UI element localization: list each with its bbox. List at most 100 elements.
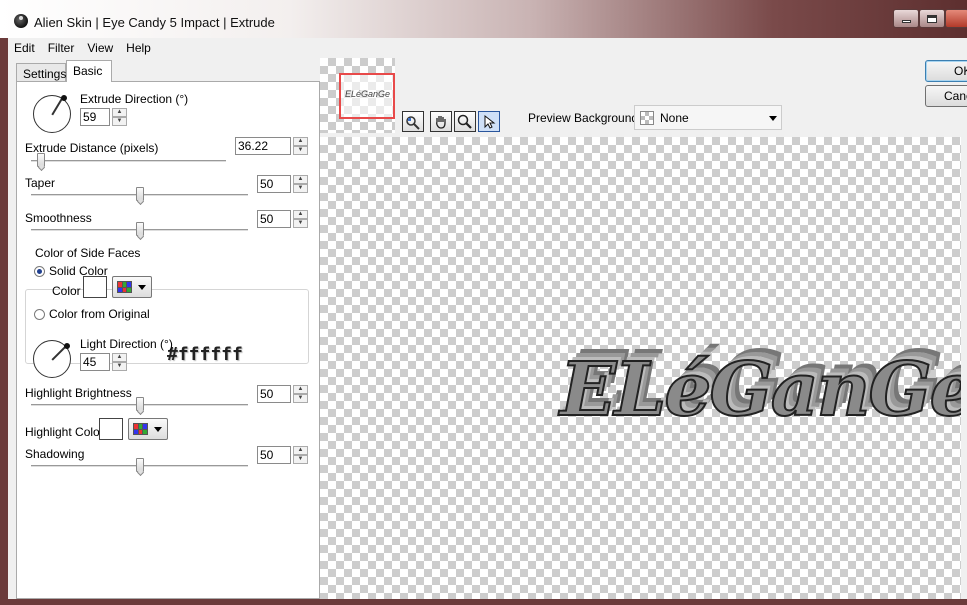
spin-down-icon[interactable]: ▼ [293, 455, 308, 464]
preview-artwork-text: ELéGanGe [559, 346, 961, 434]
highlight-color-palette-button[interactable] [128, 418, 168, 440]
title-bar: Alien Skin | Eye Candy 5 Impact | Extrud… [0, 0, 967, 38]
chevron-down-icon [154, 427, 162, 432]
spin-down-icon[interactable]: ▼ [293, 146, 308, 155]
color-from-original-radio[interactable] [34, 309, 45, 320]
extrude-direction-dial[interactable] [33, 95, 71, 133]
extrude-distance-thumb[interactable] [37, 153, 45, 167]
preview-toggle-button[interactable] [402, 111, 424, 132]
solid-color-radio[interactable] [34, 266, 45, 277]
taper-label: Taper [25, 176, 56, 190]
taper-spinner: 50 ▲ ▼ [257, 175, 308, 193]
highlight-brightness-input[interactable]: 50 [257, 385, 291, 403]
highlight-brightness-label: Highlight Brightness [25, 386, 132, 400]
preview-toggle-icon [406, 115, 420, 130]
light-direction-dial[interactable] [33, 340, 71, 378]
navigator-viewport-frame[interactable]: ELéGanGe [339, 73, 395, 119]
spin-up-icon[interactable]: ▲ [293, 210, 308, 219]
tab-settings[interactable]: Settings [16, 63, 66, 81]
spin-down-icon[interactable]: ▼ [293, 219, 308, 228]
spin-down-icon[interactable]: ▼ [112, 117, 127, 126]
hand-tool-button[interactable] [430, 111, 452, 132]
preview-background-value: None [660, 111, 689, 125]
menu-view[interactable]: View [81, 38, 120, 58]
chevron-down-icon [769, 116, 777, 121]
maximize-button[interactable] [919, 9, 945, 28]
spin-up-icon[interactable]: ▲ [293, 446, 308, 455]
extrude-distance-label: Extrude Distance (pixels) [25, 141, 159, 155]
window-client: Edit Filter View Help Settings Basic Ext… [8, 38, 967, 599]
preview-canvas[interactable]: ELéGanGe [320, 137, 961, 599]
color-annotation: #ffffff [167, 344, 243, 365]
extrude-distance-spinner: 36.22 ▲ ▼ [235, 137, 308, 155]
chevron-down-icon [138, 285, 146, 290]
app-icon[interactable] [14, 14, 28, 28]
light-direction-spinner: 45 ▲ ▼ [80, 353, 127, 371]
side-color-label: Color [52, 284, 81, 298]
thumbnail-text: ELéGanGe [345, 89, 391, 99]
close-button[interactable] [945, 9, 967, 28]
navigator-thumbnail[interactable]: ELéGanGe [320, 58, 395, 133]
shadowing-label: Shadowing [25, 447, 85, 461]
dial-handle[interactable] [64, 343, 70, 349]
hand-icon [436, 115, 446, 129]
color-from-original-label: Color from Original [49, 307, 150, 321]
window-bottom-border [0, 599, 967, 605]
spin-down-icon[interactable]: ▼ [293, 394, 308, 403]
palette-icon [133, 423, 148, 435]
cancel-button[interactable]: Cancel [925, 85, 967, 107]
smoothness-label: Smoothness [25, 211, 92, 225]
palette-icon [117, 281, 132, 293]
zoom-tool-button[interactable] [454, 111, 476, 132]
smoothness-spinner: 50 ▲ ▼ [257, 210, 308, 228]
ok-button[interactable]: OK [925, 60, 967, 82]
menu-filter[interactable]: Filter [42, 38, 82, 58]
preview-background-label: Preview Background: [528, 111, 642, 125]
light-direction-label: Light Direction (°) [80, 337, 173, 351]
zoom-icon [457, 114, 472, 129]
taper-thumb[interactable] [136, 187, 144, 201]
taper-input[interactable]: 50 [257, 175, 291, 193]
extrude-direction-input[interactable]: 59 [80, 108, 110, 126]
select-tool-button[interactable] [478, 111, 500, 132]
menu-help[interactable]: Help [120, 38, 158, 58]
spin-up-icon[interactable]: ▲ [112, 108, 127, 117]
extrude-distance-slider[interactable] [31, 160, 226, 163]
settings-panel: Settings Basic Extrude Direction (°) 59 … [8, 58, 320, 599]
window-title: Alien Skin | Eye Candy 5 Impact | Extrud… [34, 15, 275, 30]
spin-down-icon[interactable]: ▼ [293, 184, 308, 193]
tab-basic[interactable]: Basic [66, 60, 112, 82]
shadowing-input[interactable]: 50 [257, 446, 291, 464]
dial-handle[interactable] [61, 95, 67, 101]
light-direction-input[interactable]: 45 [80, 353, 110, 371]
shadowing-thumb[interactable] [136, 458, 144, 472]
side-faces-group-label: Color of Side Faces [33, 246, 143, 260]
menu-edit[interactable]: Edit [8, 38, 42, 58]
spin-up-icon[interactable]: ▲ [112, 353, 127, 362]
highlight-brightness-thumb[interactable] [136, 397, 144, 411]
spin-up-icon[interactable]: ▲ [293, 385, 308, 394]
minimize-button[interactable] [893, 9, 919, 28]
basic-tab-page: Extrude Direction (°) 59 ▲ ▼ Extrude Dist… [16, 81, 320, 599]
highlight-color-swatch[interactable] [99, 418, 123, 440]
checker-swatch-icon [640, 111, 654, 125]
extrude-direction-label: Extrude Direction (°) [80, 92, 189, 106]
menu-bar: Edit Filter View Help [8, 38, 967, 58]
side-color-swatch[interactable] [83, 276, 107, 298]
spin-up-icon[interactable]: ▲ [293, 137, 308, 146]
side-color-palette-button[interactable] [112, 276, 152, 298]
smoothness-input[interactable]: 50 [257, 210, 291, 228]
preview-panel: ELéGanGe Preview Background: None O Can … [320, 58, 967, 599]
highlight-brightness-spinner: 50 ▲ ▼ [257, 385, 308, 403]
maximize-icon [927, 14, 937, 23]
shadowing-spinner: 50 ▲ ▼ [257, 446, 308, 464]
spin-down-icon[interactable]: ▼ [112, 362, 127, 371]
extrude-distance-input[interactable]: 36.22 [235, 137, 291, 155]
spin-up-icon[interactable]: ▲ [293, 175, 308, 184]
preview-background-select[interactable]: None [634, 105, 782, 130]
highlight-color-label: Highlight Color [25, 425, 104, 439]
extrude-direction-spinner: 59 ▲ ▼ [80, 108, 127, 126]
arrow-pointer-icon [484, 114, 496, 129]
minimize-icon [901, 20, 911, 23]
smoothness-thumb[interactable] [136, 222, 144, 236]
